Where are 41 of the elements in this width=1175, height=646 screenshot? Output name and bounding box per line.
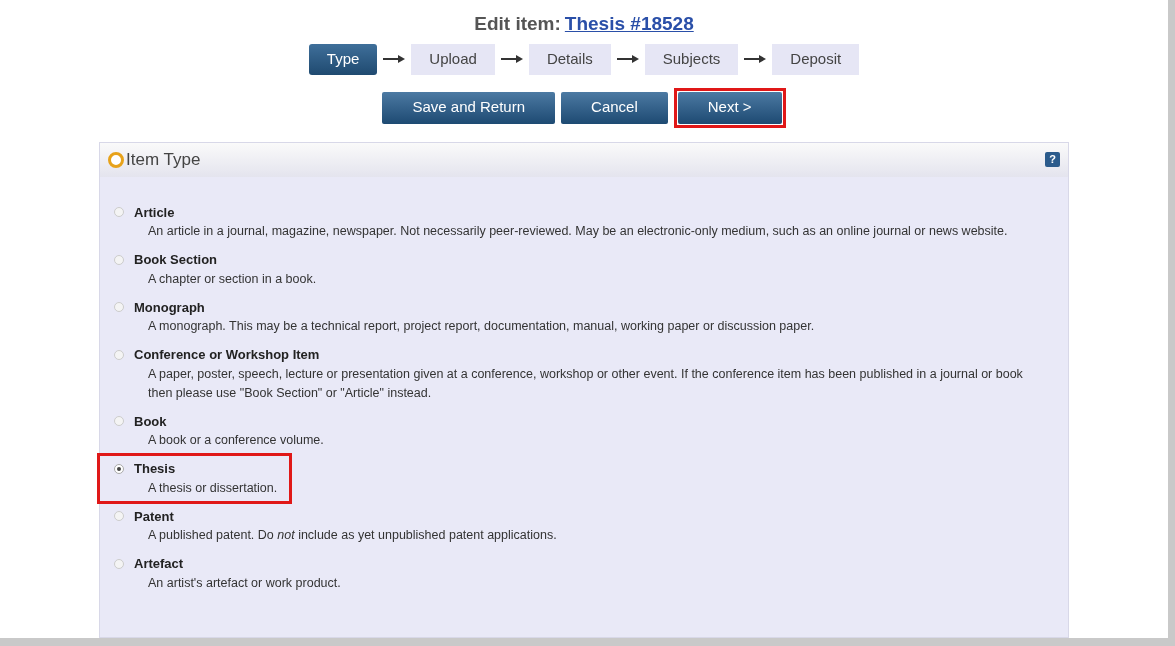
arrow-icon	[616, 55, 639, 63]
help-icon[interactable]: ?	[1045, 152, 1060, 167]
step-tab[interactable]: Deposit	[772, 43, 860, 75]
type-description: An artist's artefact or work product.	[148, 574, 342, 592]
type-name: Artefact	[134, 555, 184, 573]
type-name: Book	[134, 412, 167, 431]
step-tab[interactable]: Type	[308, 43, 378, 75]
type-name: Article	[134, 203, 175, 222]
arrow-icon	[500, 55, 523, 63]
arrow-icon	[383, 55, 406, 63]
panel-title: Item Type	[126, 148, 201, 171]
item-link[interactable]: Thesis #18528	[564, 10, 694, 39]
radio-button[interactable]	[114, 416, 124, 427]
step-tab[interactable]: Details	[528, 43, 611, 75]
action-button[interactable]: Save and Return	[382, 91, 556, 124]
radio-button[interactable]	[114, 207, 124, 218]
radio-button[interactable]	[114, 302, 124, 313]
type-description: A book or a conference volume.	[148, 432, 325, 449]
type-name: Monograph	[134, 298, 205, 317]
type-description: A thesis or dissertation.	[148, 479, 278, 497]
action-button[interactable]: Next >	[677, 91, 782, 124]
type-description: A monograph. This may be a technical report, project report, documentation, manual, working paper or discussion paper.	[148, 318, 816, 335]
radio-button[interactable]	[114, 558, 124, 569]
circle-icon	[108, 151, 124, 168]
type-name: Patent	[134, 507, 174, 526]
step-tab[interactable]: Subjects	[644, 43, 739, 75]
radio-button[interactable]	[114, 349, 124, 360]
radio-button[interactable]	[114, 463, 124, 474]
type-description: A paper, poster, speech, lecture or presentation given at a conference, workshop or other event. If the conference item has been published in a journal or book then please use "Book Section" or "Article" instead.	[148, 365, 1024, 402]
heading-label: Edit item:	[474, 12, 561, 36]
type-name: Thesis	[134, 460, 176, 478]
step-tab[interactable]: Upload	[411, 43, 495, 75]
arrow-icon	[744, 55, 767, 63]
type-name: Conference or Workshop Item	[134, 346, 320, 364]
radio-button[interactable]	[114, 511, 124, 522]
type-description: A chapter or section in a book.	[148, 270, 318, 288]
type-description: A published patent. Do not include as yet unpublished patent applications.	[148, 527, 558, 544]
type-name: Book Section	[134, 251, 218, 269]
type-description: An article in a journal, magazine, newspaper. Not necessarily peer-reviewed. May be an electronic-only medium, such as an online journal or news website.	[148, 223, 1009, 240]
action-button[interactable]: Cancel	[561, 91, 668, 124]
radio-button[interactable]	[114, 254, 124, 265]
